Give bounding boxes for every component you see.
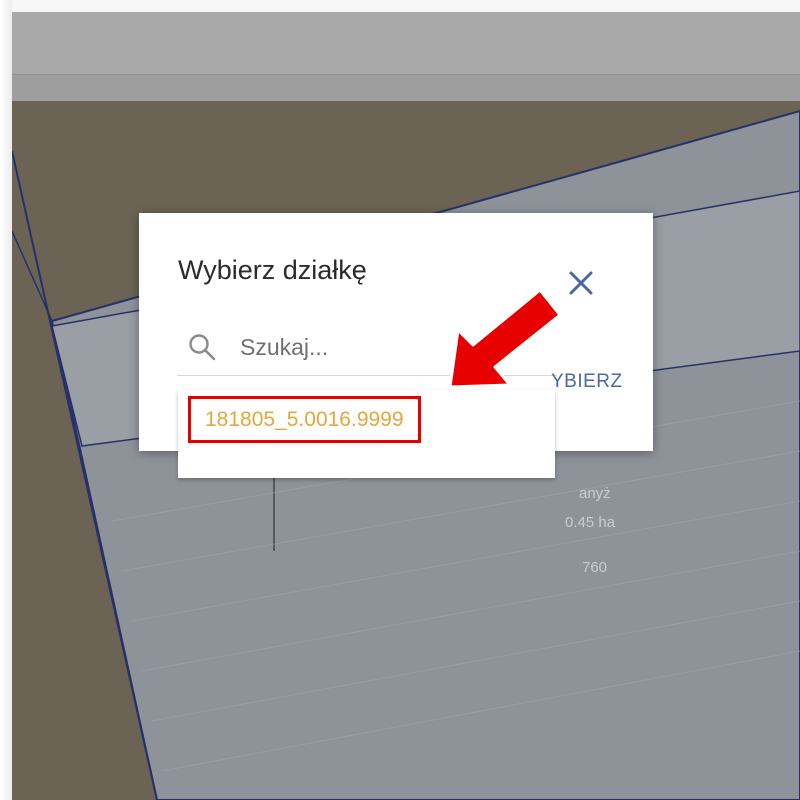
list-item[interactable]: 181805_5.0016.9999 — [188, 396, 421, 443]
map-label-area: 0.45 ha — [565, 514, 616, 531]
map-label-number: 760 — [582, 559, 608, 576]
dialog-title: Wybierz działkę — [178, 255, 367, 285]
close-button[interactable] — [566, 268, 596, 298]
close-icon — [569, 271, 593, 295]
top-bar — [12, 12, 800, 75]
map-label-crop: anyż — [579, 485, 611, 502]
search-icon — [189, 334, 216, 361]
screenshot-frame: anyż 0.45 ha 760 Wybierz działkę YBIERZ … — [0, 0, 800, 800]
search-results-dropdown: 181805_5.0016.9999 — [178, 390, 555, 478]
toolbar-strip — [12, 75, 800, 101]
window-edge — [0, 0, 12, 800]
red-arrow-icon — [448, 288, 562, 389]
